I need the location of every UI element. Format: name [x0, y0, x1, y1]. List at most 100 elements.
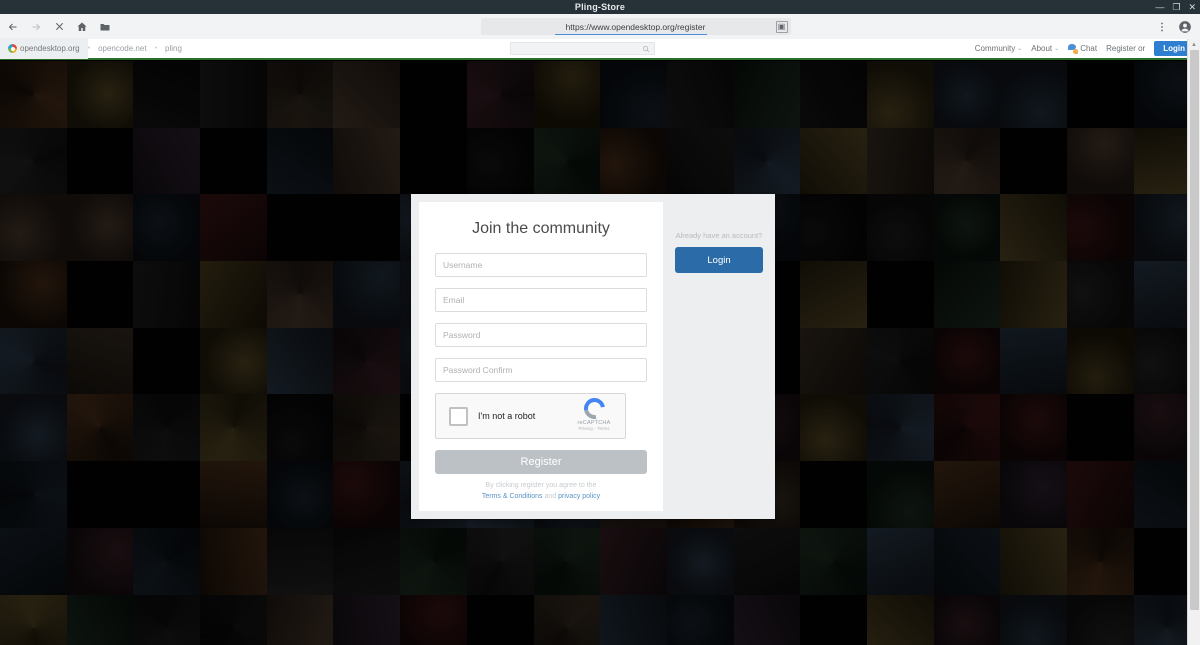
mosaic-tile	[1067, 194, 1134, 262]
recaptcha-legal-text[interactable]: Privacy - Terms	[579, 426, 610, 431]
mosaic-tile	[933, 594, 1001, 645]
mosaic-tile	[266, 527, 334, 595]
kebab-menu-icon[interactable]	[1156, 21, 1168, 33]
mosaic-tile	[200, 461, 267, 528]
mosaic-tile	[933, 327, 1001, 395]
scrollbar-thumb[interactable]	[1190, 50, 1199, 610]
mosaic-tile	[1067, 594, 1134, 645]
nav-menu-label: About	[1031, 44, 1053, 53]
mosaic-tile	[800, 261, 867, 328]
recaptcha-widget[interactable]: I'm not a robot reCAPTCHA Privacy - Term…	[435, 393, 626, 439]
minimize-button[interactable]: —	[1155, 2, 1164, 12]
mosaic-tile	[200, 594, 267, 645]
agreement-text: By clicking register you agree to the Te…	[435, 481, 647, 502]
mosaic-tile	[1000, 527, 1067, 595]
username-input[interactable]	[435, 253, 647, 277]
sidebar-item-opencode[interactable]: opencode.net	[90, 38, 155, 59]
stop-icon[interactable]	[49, 17, 69, 37]
mosaic-tile	[266, 261, 334, 328]
mosaic-tile	[600, 527, 667, 595]
mosaic-tile	[66, 461, 134, 528]
chat-bubble-icon	[1068, 43, 1079, 54]
search-input[interactable]	[509, 42, 655, 55]
url-input[interactable]: https://www.opendesktop.org/register ▣	[480, 18, 791, 35]
site-tab-label: opencode.net	[98, 44, 147, 53]
mosaic-tile	[466, 594, 534, 645]
privacy-policy-link[interactable]: privacy policy	[558, 493, 600, 500]
mosaic-tile	[266, 194, 334, 262]
mosaic-tile	[266, 61, 334, 128]
mosaic-tile	[1000, 61, 1067, 128]
mosaic-tile	[800, 594, 867, 645]
nav-chat-link[interactable]: Chat	[1068, 43, 1097, 54]
mosaic-tile	[0, 394, 67, 462]
nav-menu-label: Community	[974, 44, 1016, 53]
mosaic-tile	[66, 261, 134, 328]
mosaic-tile	[66, 594, 134, 645]
page-title: Join the community	[472, 220, 610, 237]
nav-menu-about[interactable]: About ⌄	[1031, 44, 1059, 53]
mosaic-tile	[1067, 461, 1134, 528]
mosaic-tile	[466, 527, 534, 595]
email-input[interactable]	[435, 288, 647, 312]
mosaic-tile	[933, 194, 1001, 262]
login-button-card[interactable]: Login	[675, 247, 763, 273]
terms-link[interactable]: Terms & Conditions	[482, 493, 543, 500]
mosaic-tile	[266, 594, 334, 645]
back-arrow-icon[interactable]	[3, 17, 23, 37]
mosaic-tile	[866, 194, 934, 262]
recaptcha-checkbox[interactable]	[449, 406, 468, 426]
mosaic-tile	[1000, 461, 1067, 528]
window-titlebar: Pling-Store — ❐ ✕	[0, 0, 1200, 14]
mosaic-tile	[1067, 527, 1134, 595]
mosaic-tile	[333, 461, 401, 528]
mosaic-tile	[400, 594, 467, 645]
mosaic-tile	[133, 327, 201, 395]
mosaic-tile	[1067, 61, 1134, 128]
scroll-up-arrow-icon[interactable]: ▲	[1188, 39, 1200, 50]
agreement-and: and	[544, 492, 557, 500]
home-icon[interactable]	[72, 17, 92, 37]
folder-icon[interactable]	[95, 17, 115, 37]
sidebar-item-pling[interactable]: pling	[157, 38, 190, 59]
chevron-down-icon: ⌄	[1017, 46, 1023, 52]
mosaic-tile	[133, 61, 201, 128]
sidebar-item-opendesktop[interactable]: opendesktop.org	[0, 38, 88, 59]
recaptcha-label: I'm not a robot	[478, 411, 536, 421]
mosaic-tile	[400, 61, 467, 128]
mosaic-tile	[1000, 594, 1067, 645]
password-confirm-input[interactable]	[435, 358, 647, 382]
mosaic-tile	[1067, 394, 1134, 462]
mosaic-tile	[266, 127, 334, 195]
mosaic-tile	[466, 127, 534, 195]
urlbar-container: https://www.opendesktop.org/register ▣	[115, 18, 1156, 35]
mosaic-tile	[866, 394, 934, 462]
password-input[interactable]	[435, 323, 647, 347]
mosaic-tile	[66, 394, 134, 462]
mosaic-tile	[200, 527, 267, 595]
add-to-shelf-icon[interactable]: ▣	[775, 20, 788, 33]
nav-menu-community[interactable]: Community ⌄	[975, 44, 1022, 53]
mosaic-tile	[533, 61, 601, 128]
maximize-button[interactable]: ❐	[1172, 2, 1180, 12]
mosaic-tile	[266, 327, 334, 395]
mosaic-tile	[933, 61, 1001, 128]
forward-arrow-icon[interactable]	[26, 17, 46, 37]
search-icon	[642, 45, 650, 55]
site-search-container	[190, 42, 975, 55]
mosaic-tile	[0, 594, 67, 645]
person-icon[interactable]	[1178, 20, 1192, 34]
site-tabs: opendesktop.org • opencode.net • pling	[0, 38, 190, 59]
mosaic-tile	[133, 461, 201, 528]
mosaic-tile	[0, 61, 67, 128]
mosaic-tile	[0, 527, 67, 595]
login-side-panel: Already have an account? Login	[663, 194, 775, 519]
register-button[interactable]: Register	[435, 450, 647, 474]
mosaic-tile	[0, 127, 67, 195]
site-nav-right: Community ⌄ About ⌄ Chat Register or Log…	[975, 41, 1200, 56]
mosaic-tile	[866, 61, 934, 128]
mosaic-tile	[866, 261, 934, 328]
close-button[interactable]: ✕	[1188, 2, 1196, 12]
mosaic-tile	[133, 194, 201, 262]
page-scrollbar[interactable]: ▲	[1187, 39, 1200, 645]
